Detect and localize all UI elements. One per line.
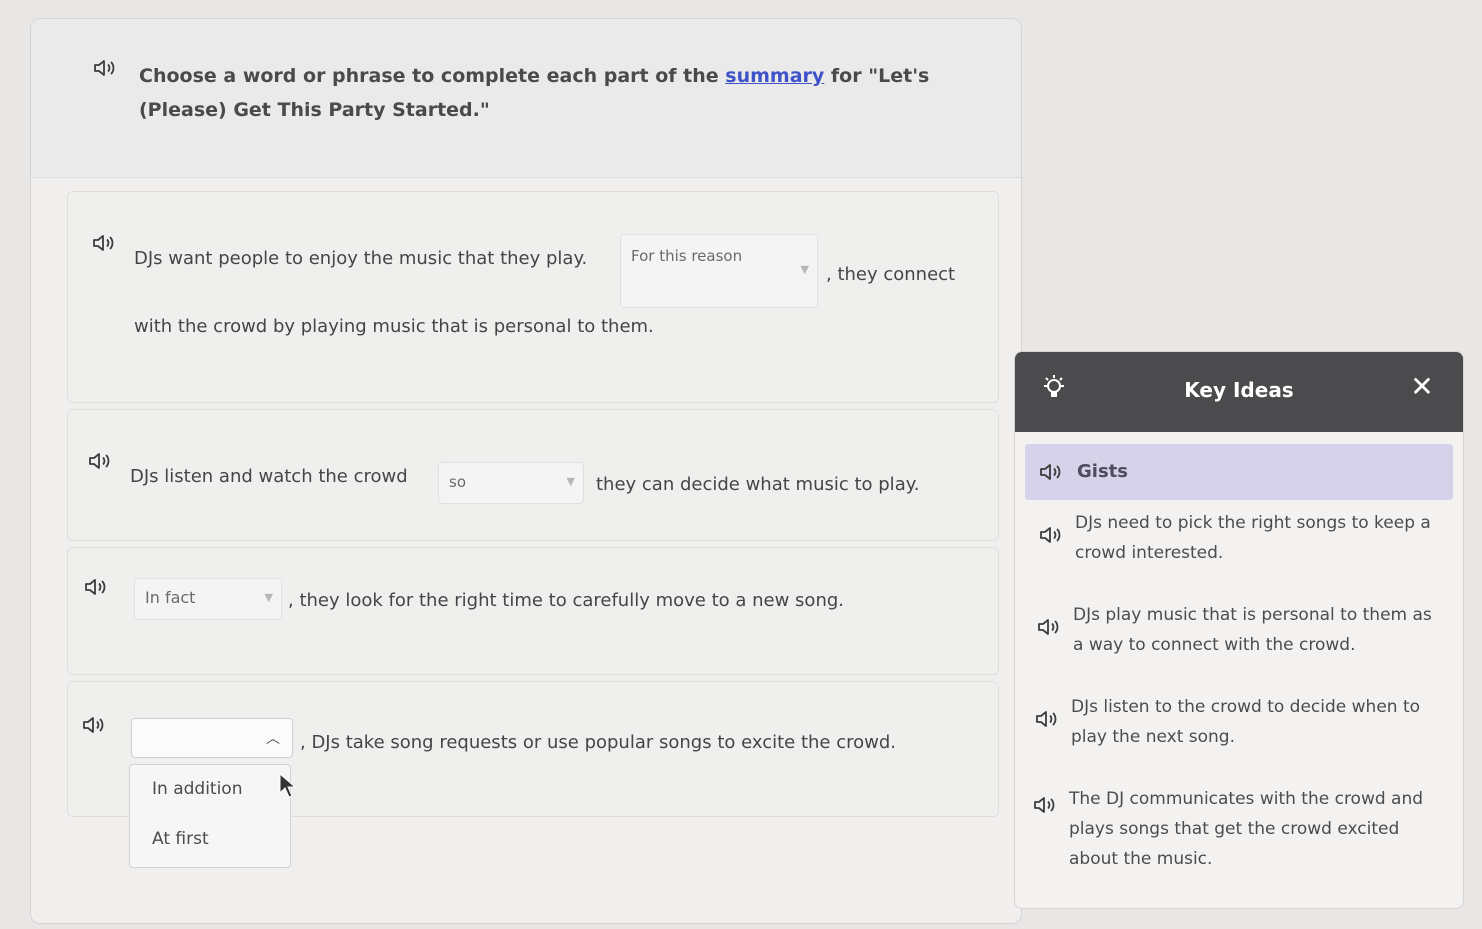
key-idea-text: The DJ communicates with the crowd and p… — [1069, 789, 1424, 869]
question-card: Choose a word or phrase to complete each… — [30, 18, 1022, 924]
prompt-text-before: Choose a word or phrase to complete each… — [139, 65, 726, 87]
key-idea-text: DJs need to pick the right songs to keep… — [1075, 513, 1431, 563]
dropdown-menu: In addition At first — [129, 764, 291, 868]
item-text-after: they can decide what music to play. — [596, 474, 920, 495]
dropdown-value: For this reason — [631, 247, 743, 265]
key-idea-text: DJs play music that is personal to them … — [1073, 605, 1432, 655]
dropdown-value: so — [449, 473, 466, 491]
speaker-icon[interactable] — [1037, 616, 1061, 638]
speaker-icon[interactable] — [93, 57, 117, 79]
item-text-after: , they look for the right time to carefu… — [288, 590, 844, 611]
option-at-first[interactable]: At first — [152, 829, 209, 849]
gists-label: Gists — [1077, 461, 1128, 482]
key-idea-4: The DJ communicates with the crowd and p… — [1025, 784, 1445, 880]
speaker-icon[interactable] — [88, 450, 112, 472]
chevron-down-icon: ▼ — [264, 591, 273, 604]
speaker-icon[interactable] — [82, 714, 106, 736]
summary-link[interactable]: summary — [725, 65, 824, 87]
key-ideas-panel: Key Ideas ✕ Gists DJs need to pick the r… — [1014, 351, 1464, 909]
chevron-up-icon: ︿ — [266, 731, 280, 747]
summary-item-3: In fact ▼ , they look for the right time… — [67, 547, 999, 675]
panel-header: Key Ideas ✕ — [1015, 352, 1463, 432]
option-in-addition[interactable]: In addition — [152, 779, 242, 799]
answer-dropdown-4[interactable]: ︿ — [131, 718, 293, 758]
item-text-line2: with the crowd by playing music that is … — [134, 316, 654, 337]
answer-dropdown-2[interactable]: so ▼ — [438, 462, 584, 504]
speaker-icon[interactable] — [1039, 461, 1063, 483]
speaker-icon[interactable] — [1035, 708, 1059, 730]
item-text-before: DJs listen and watch the crowd — [130, 466, 408, 487]
chevron-down-icon: ▼ — [566, 475, 575, 488]
summary-item-2: DJs listen and watch the crowd so ▼ they… — [67, 409, 999, 541]
speaker-icon[interactable] — [1033, 794, 1057, 816]
close-icon[interactable]: ✕ — [1407, 372, 1437, 402]
panel-title: Key Ideas — [1184, 378, 1294, 402]
prompt-area: Choose a word or phrase to complete each… — [31, 19, 1021, 178]
answer-dropdown-1[interactable]: For this reason ▼ — [620, 234, 818, 308]
summary-item-1: DJs want people to enjoy the music that … — [67, 191, 999, 403]
key-idea-3: DJs listen to the crowd to decide when t… — [1025, 692, 1445, 756]
answer-dropdown-3[interactable]: In fact ▼ — [134, 578, 282, 620]
mouse-cursor-icon — [279, 773, 297, 798]
dropdown-value: In fact — [145, 588, 196, 607]
speaker-icon[interactable] — [92, 232, 116, 254]
prompt-text: Choose a word or phrase to complete each… — [139, 59, 959, 127]
speaker-icon[interactable] — [84, 576, 108, 598]
gists-section-header[interactable]: Gists — [1025, 444, 1453, 500]
key-idea-text: DJs listen to the crowd to decide when t… — [1071, 697, 1421, 747]
item-text-before: DJs want people to enjoy the music that … — [134, 248, 588, 269]
item-text-after: , DJs take song requests or use popular … — [300, 732, 896, 753]
item-text-after: , they connect — [826, 264, 956, 285]
key-idea-1: DJs need to pick the right songs to keep… — [1025, 508, 1445, 572]
key-idea-2: DJs play music that is personal to them … — [1025, 600, 1445, 664]
speaker-icon[interactable] — [1039, 524, 1063, 546]
chevron-down-icon: ▼ — [800, 263, 809, 276]
